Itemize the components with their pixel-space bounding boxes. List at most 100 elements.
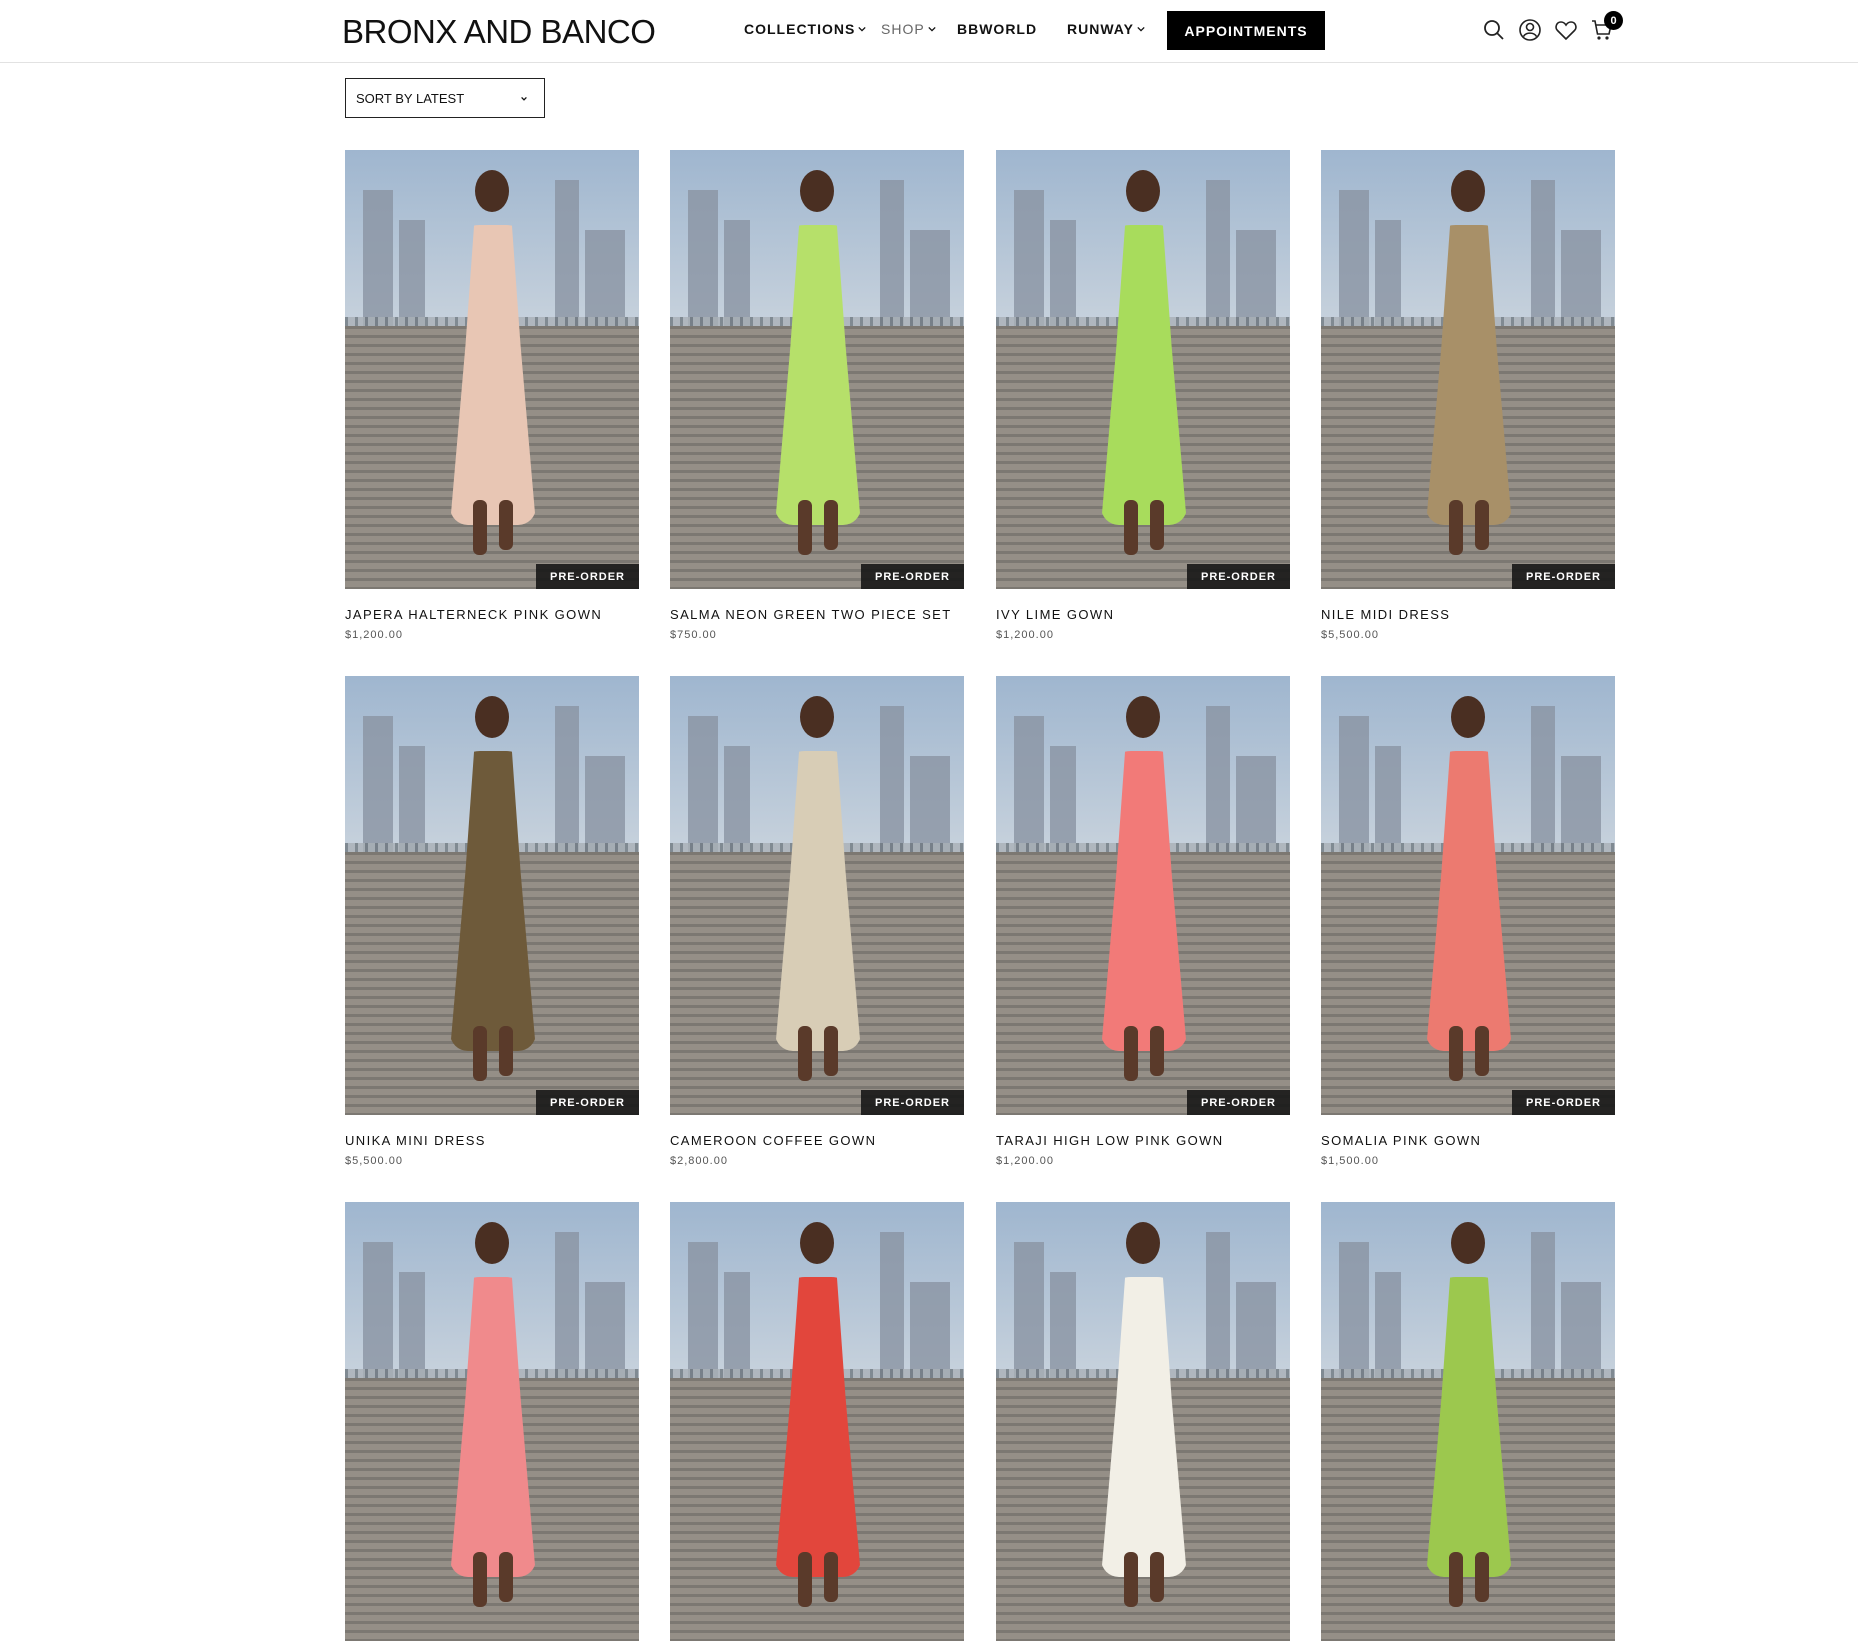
model-leg (473, 1552, 487, 1607)
model-leg (1124, 1026, 1138, 1081)
model-leg (1449, 1552, 1463, 1607)
model-leg (1475, 500, 1489, 550)
chevron-down-icon (928, 26, 936, 32)
model-leg (798, 500, 812, 555)
product-image[interactable]: PRE-ORDER (996, 150, 1290, 589)
pre-order-badge: PRE-ORDER (1511, 564, 1615, 589)
product-image[interactable]: PRE-ORDER (670, 676, 964, 1115)
product-name[interactable]: IVY LIME GOWN (996, 607, 1290, 622)
model-leg (499, 1552, 513, 1602)
model-head (1451, 1222, 1485, 1264)
product-name[interactable]: JAPERA HALTERNECK PINK GOWN (345, 607, 639, 622)
model-leg (473, 1026, 487, 1081)
account-icon[interactable] (1517, 17, 1543, 43)
pre-order-badge: PRE-ORDER (535, 1090, 639, 1115)
model-leg (1475, 1552, 1489, 1602)
product-image[interactable] (1321, 1202, 1615, 1641)
product-price: $1,200.00 (996, 1155, 1054, 1167)
model-head (800, 696, 834, 738)
model-head (475, 696, 509, 738)
product-card[interactable]: PRE-ORDER JAPERA HALTERNECK PINK GOWN $1,2… (345, 150, 639, 641)
chevron-down-icon (1137, 26, 1145, 32)
model-leg (824, 500, 838, 550)
product-price: $1,500.00 (1321, 1155, 1379, 1167)
product-image[interactable] (996, 1202, 1290, 1641)
model-leg (798, 1552, 812, 1607)
wishlist-heart-icon[interactable] (1553, 17, 1579, 43)
product-price: $2,800.00 (670, 1155, 728, 1167)
product-image[interactable]: PRE-ORDER (345, 150, 639, 589)
pre-order-badge: PRE-ORDER (1186, 1090, 1290, 1115)
product-image[interactable]: PRE-ORDER (670, 150, 964, 589)
nav-runway[interactable]: RUNWAY (1067, 21, 1145, 37)
product-image[interactable]: PRE-ORDER (1321, 676, 1615, 1115)
model-head (800, 1222, 834, 1264)
nav-shop[interactable]: SHOP (881, 21, 936, 37)
product-price: $5,500.00 (345, 1155, 403, 1167)
model-leg (824, 1026, 838, 1076)
cart-count-badge: 0 (1604, 11, 1623, 30)
product-card[interactable] (670, 1202, 964, 1641)
chevron-down-icon (521, 96, 527, 101)
model-head (1451, 170, 1485, 212)
product-card[interactable]: PRE-ORDER IVY LIME GOWN $1,200.00 (996, 150, 1290, 641)
appointments-button[interactable]: APPOINTMENTS (1167, 11, 1325, 50)
pre-order-badge: PRE-ORDER (535, 564, 639, 589)
product-card[interactable]: PRE-ORDER TARAJI HIGH LOW PINK GOWN $1,200… (996, 676, 1290, 1167)
model-head (475, 1222, 509, 1264)
model-leg (473, 500, 487, 555)
product-name[interactable]: UNIKA MINI DRESS (345, 1133, 639, 1148)
nav-shop-label: SHOP (881, 21, 925, 37)
product-image[interactable]: PRE-ORDER (1321, 150, 1615, 589)
nav-collections-label: COLLECTIONS (744, 21, 856, 37)
product-name[interactable]: SOMALIA PINK GOWN (1321, 1133, 1615, 1148)
product-price: $1,200.00 (345, 629, 403, 641)
product-card[interactable] (1321, 1202, 1615, 1641)
nav-runway-label: RUNWAY (1067, 21, 1134, 37)
model-leg (798, 1026, 812, 1081)
product-card[interactable] (345, 1202, 639, 1641)
model-leg (499, 500, 513, 550)
site-header: BRONX AND BANCO COLLECTIONS SHOP BBWORLD… (0, 0, 1858, 63)
model-head (1126, 696, 1160, 738)
model-head (1126, 170, 1160, 212)
model-leg (1150, 1552, 1164, 1602)
product-name[interactable]: SALMA NEON GREEN TWO PIECE SET (670, 607, 964, 622)
product-image[interactable] (670, 1202, 964, 1641)
pre-order-badge: PRE-ORDER (860, 1090, 964, 1115)
model-leg (824, 1552, 838, 1602)
product-image[interactable] (345, 1202, 639, 1641)
model-leg (1124, 1552, 1138, 1607)
product-card[interactable]: PRE-ORDER CAMEROON COFFEE GOWN $2,800.00 (670, 676, 964, 1167)
search-icon[interactable] (1481, 17, 1507, 43)
product-name[interactable]: NILE MIDI DRESS (1321, 607, 1615, 622)
model-leg (1150, 500, 1164, 550)
sort-select[interactable]: SORT BY LATEST (345, 78, 545, 118)
chevron-down-icon (858, 26, 866, 32)
model-head (800, 170, 834, 212)
pre-order-badge: PRE-ORDER (1511, 1090, 1615, 1115)
sort-select-label: SORT BY LATEST (356, 90, 465, 106)
model-leg (1475, 1026, 1489, 1076)
product-name[interactable]: TARAJI HIGH LOW PINK GOWN (996, 1133, 1290, 1148)
pre-order-badge: PRE-ORDER (1186, 564, 1290, 589)
nav-collections[interactable]: COLLECTIONS (744, 21, 866, 37)
model-head (1451, 696, 1485, 738)
pre-order-badge: PRE-ORDER (860, 564, 964, 589)
product-image[interactable]: PRE-ORDER (996, 676, 1290, 1115)
product-card[interactable]: PRE-ORDER SOMALIA PINK GOWN $1,500.00 (1321, 676, 1615, 1167)
product-card[interactable] (996, 1202, 1290, 1641)
model-head (1126, 1222, 1160, 1264)
product-name[interactable]: CAMEROON COFFEE GOWN (670, 1133, 964, 1148)
brand-logo[interactable]: BRONX AND BANCO (342, 13, 656, 51)
nav-bbworld-label: BBWORLD (957, 21, 1038, 37)
product-price: $5,500.00 (1321, 629, 1379, 641)
product-card[interactable]: PRE-ORDER UNIKA MINI DRESS $5,500.00 (345, 676, 639, 1167)
product-card[interactable]: PRE-ORDER SALMA NEON GREEN TWO PIECE SET $… (670, 150, 964, 641)
product-price: $750.00 (670, 629, 717, 641)
nav-bbworld[interactable]: BBWORLD (957, 21, 1037, 37)
model-leg (1124, 500, 1138, 555)
product-image[interactable]: PRE-ORDER (345, 676, 639, 1115)
product-price: $1,200.00 (996, 629, 1054, 641)
product-card[interactable]: PRE-ORDER NILE MIDI DRESS $5,500.00 (1321, 150, 1615, 641)
